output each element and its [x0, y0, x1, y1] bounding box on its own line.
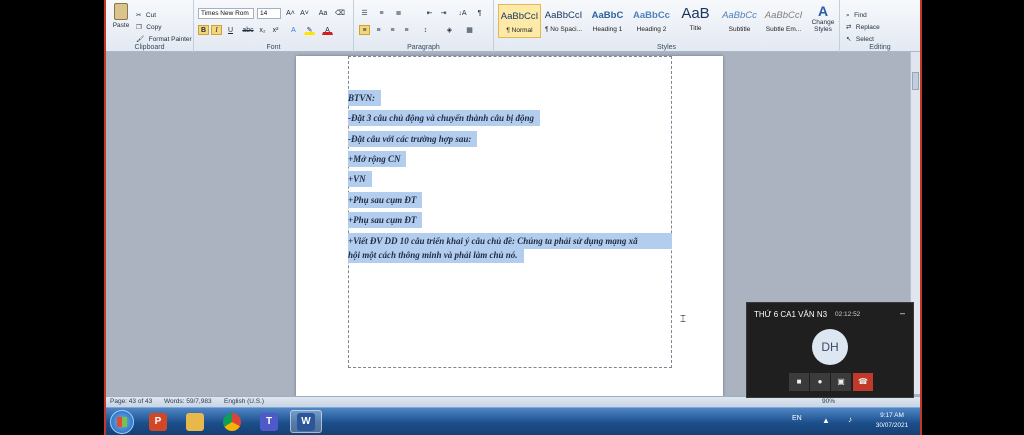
brush-icon: 🖌: [136, 36, 145, 43]
align-center-icon[interactable]: ≡: [373, 25, 384, 35]
line-spacing-icon[interactable]: ↕: [420, 25, 431, 35]
subscript-button[interactable]: x₂: [257, 25, 268, 35]
word-window: Paste ✂ Cut ❐ Copy 🖌 Format Painter Clip…: [104, 0, 922, 435]
style-no-spacing[interactable]: AaBbCcI ¶ No Spaci...: [542, 4, 585, 38]
change-case-button[interactable]: Aa: [316, 8, 330, 18]
strikethrough-button[interactable]: abc: [241, 25, 255, 35]
align-right-icon[interactable]: ≡: [387, 25, 398, 35]
share-screen-icon: ▣: [837, 377, 845, 386]
word-icon: W: [297, 412, 315, 431]
taskbar-chrome[interactable]: [216, 410, 248, 433]
folder-icon: [186, 412, 204, 431]
underline-button[interactable]: U: [225, 25, 236, 35]
borders-icon[interactable]: ▦: [464, 25, 475, 35]
font-color-icon[interactable]: A: [322, 25, 333, 35]
font-name-combo[interactable]: Times New Rom: [198, 8, 254, 19]
mic-button[interactable]: ●: [810, 373, 830, 391]
font-group: Times New Rom 14 A˄ A˅ Aa ⌫ B I U abc x₂…: [194, 0, 354, 52]
font-size-combo[interactable]: 14: [257, 8, 281, 19]
clipboard-label: Clipboard: [134, 44, 165, 51]
decrease-indent-icon[interactable]: ⇤: [424, 8, 435, 18]
numbering-icon[interactable]: ≡: [376, 8, 387, 18]
align-left-icon[interactable]: ≡: [359, 25, 370, 35]
avatar: DH: [812, 329, 848, 365]
doc-line[interactable]: -Đặt 3 câu chủ động và chuyển thành câu …: [348, 110, 541, 126]
grow-font-button[interactable]: A˄: [284, 8, 297, 18]
editing-label: Editing: [869, 44, 891, 51]
teams-icon: T: [260, 412, 278, 431]
clear-format-icon[interactable]: ⌫: [334, 8, 345, 18]
zoom-level[interactable]: 90%: [822, 397, 835, 407]
editing-group: ⌕ Find ⇄ Replace ↖ Select Editing: [840, 0, 920, 52]
microphone-icon: ●: [817, 377, 823, 386]
bold-button[interactable]: B: [198, 25, 209, 35]
start-button[interactable]: [110, 410, 134, 434]
italic-button[interactable]: I: [211, 25, 222, 35]
call-timer: 02:12:52: [835, 311, 861, 318]
shading-icon[interactable]: ◈: [444, 25, 455, 35]
windows-logo-icon: [117, 417, 127, 427]
share-screen-button[interactable]: ▣: [831, 373, 851, 391]
superscript-button[interactable]: x²: [270, 25, 281, 35]
taskbar-teams[interactable]: T: [253, 410, 285, 433]
paragraph-group: ☰ ≡ ≣ ⇤ ⇥ ↓A ¶ ≡ ≡ ≡ ≡ ↕ ◈ ▦ Paragraph: [354, 0, 494, 52]
doc-line[interactable]: +Phụ sau cụm ĐT: [348, 192, 423, 208]
word-count[interactable]: Words: 59/7,983: [164, 397, 212, 407]
style-title[interactable]: AaB Title: [674, 4, 717, 38]
justify-icon[interactable]: ≡: [401, 25, 412, 35]
doc-line[interactable]: hội một cách thông minh và phải làm chủ …: [348, 247, 524, 263]
style-heading-2[interactable]: AaBbCc Heading 2: [630, 4, 673, 38]
clock[interactable]: 9:17 AM 30/07/2021: [870, 411, 914, 431]
increase-indent-icon[interactable]: ⇥: [438, 8, 449, 18]
doc-line[interactable]: +Phụ sau cụm ĐT: [348, 212, 423, 228]
change-styles-button[interactable]: A Change Styles: [808, 3, 838, 33]
font-label: Font: [266, 44, 281, 51]
style-normal[interactable]: AaBbCcI ¶ Normal: [498, 4, 541, 38]
doc-line[interactable]: +Mở rộng CN: [348, 151, 407, 167]
change-styles-icon: A: [817, 3, 829, 19]
paragraph-label: Paragraph: [407, 44, 440, 51]
taskbar-word[interactable]: W: [290, 410, 322, 433]
scroll-thumb[interactable]: [912, 72, 919, 90]
doc-line[interactable]: -Đặt câu với các trường hợp sau:: [348, 131, 478, 147]
highlight-icon[interactable]: ✎: [304, 25, 315, 35]
call-window[interactable]: THỨ 6 CA1 VĂN N3 02:12:52 – DH ■ ● ▣ ☎: [746, 302, 914, 398]
styles-label: Styles: [656, 44, 677, 51]
page-count[interactable]: Page: 43 of 43: [110, 397, 152, 407]
select-icon: ↖: [846, 36, 852, 43]
minimize-button[interactable]: –: [900, 308, 905, 318]
network-icon[interactable]: ▲: [822, 416, 830, 425]
style-subtle-emphasis[interactable]: AaBbCcI Subtle Em...: [762, 4, 805, 38]
language[interactable]: English (U.S.): [224, 397, 264, 407]
chrome-icon: [223, 412, 241, 431]
doc-line[interactable]: BTVN:: [348, 90, 381, 106]
end-call-button[interactable]: ☎: [853, 373, 873, 391]
camera-icon: ■: [796, 377, 802, 386]
document-page[interactable]: BTVN: -Đặt 3 câu chủ động và chuyển thàn…: [296, 56, 723, 398]
powerpoint-icon: P: [149, 412, 167, 431]
doc-line[interactable]: +VN: [348, 171, 372, 187]
styles-group: AaBbCcI ¶ Normal AaBbCcI ¶ No Spaci... A…: [494, 0, 840, 52]
camera-button[interactable]: ■: [789, 373, 809, 391]
tray-language[interactable]: EN: [792, 415, 802, 422]
clipboard-icon: [114, 3, 128, 20]
shrink-font-button[interactable]: A˅: [298, 8, 311, 18]
paste-button[interactable]: Paste: [109, 3, 133, 39]
bullets-icon[interactable]: ☰: [359, 8, 370, 18]
clipboard-group: Paste ✂ Cut ❐ Copy 🖌 Format Painter Clip…: [106, 0, 194, 52]
ribbon: Paste ✂ Cut ❐ Copy 🖌 Format Painter Clip…: [106, 0, 920, 52]
show-formatting-button[interactable]: ¶: [474, 8, 485, 18]
sort-button[interactable]: ↓A: [456, 8, 469, 18]
text-effects-icon[interactable]: A: [288, 25, 299, 35]
call-title: THỨ 6 CA1 VĂN N3: [754, 310, 828, 319]
taskbar-explorer[interactable]: [179, 410, 211, 433]
phone-hangup-icon: ☎: [858, 377, 868, 386]
multilevel-list-icon[interactable]: ≣: [393, 8, 404, 18]
volume-icon[interactable]: ♪: [848, 415, 852, 424]
taskbar-powerpoint[interactable]: P: [142, 410, 174, 433]
style-heading-1[interactable]: AaBbC Heading 1: [586, 4, 629, 38]
text-cursor-icon: ⌶: [680, 314, 686, 325]
taskbar: P T W EN ▲ ♪ 9:17 AM 30/07/2021: [106, 407, 920, 435]
style-subtitle[interactable]: AaBbCc Subtitle: [718, 4, 761, 38]
